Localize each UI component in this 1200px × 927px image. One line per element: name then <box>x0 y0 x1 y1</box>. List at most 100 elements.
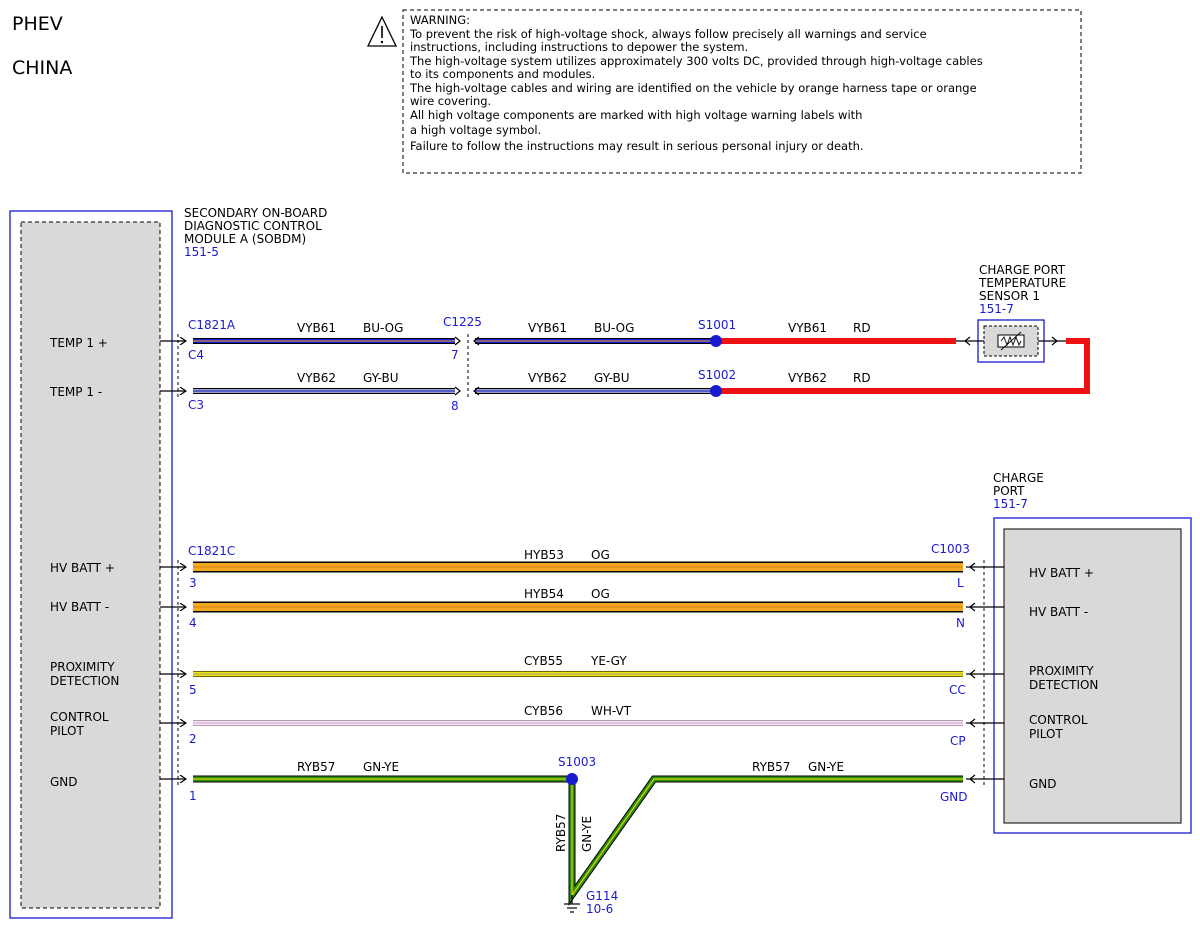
warning-line: to its components and modules. <box>410 67 595 81</box>
module-pin-stubs <box>160 341 186 779</box>
pin-label-hv-batt-plus: HV BATT + <box>50 561 115 575</box>
pin-5: 5 <box>189 683 197 697</box>
color-label: OG <box>591 548 610 562</box>
splice-s1002 <box>710 385 722 397</box>
circuit-label: HYB53 <box>524 548 564 562</box>
warning-line: Failure to follow the instructions may r… <box>410 139 864 153</box>
pin-label-gnd: GND <box>50 775 78 789</box>
connector-c1225: C1225 <box>443 315 482 329</box>
port-pin-control-pilot: CONTROL <box>1029 713 1088 727</box>
warning-line: All high voltage components are marked w… <box>410 108 862 122</box>
port-pin-hv-batt-plus: HV BATT + <box>1029 566 1094 580</box>
color-label: YE-GY <box>590 654 627 668</box>
port-name-line: CHARGE <box>993 471 1044 485</box>
pin-l: L <box>957 576 964 590</box>
port-name-line: PORT <box>993 484 1025 498</box>
ground-name: G114 <box>586 889 618 903</box>
color-label: GY-BU <box>363 371 399 385</box>
color-label: GN-YE <box>580 816 594 852</box>
pin-label-control-pilot: PILOT <box>50 724 84 738</box>
pin-cp: CP <box>950 734 966 748</box>
color-label: GY-BU <box>594 371 630 385</box>
port-pin-proximity: PROXIMITY <box>1029 664 1094 678</box>
color-label: GN-YE <box>808 760 844 774</box>
sensor-name-line: TEMPERATURE <box>978 276 1066 290</box>
pin-c3: C3 <box>188 398 204 412</box>
splice-s1001-label: S1001 <box>698 318 736 332</box>
circuit-label: RYB57 <box>554 814 568 852</box>
port-pin-control-pilot: PILOT <box>1029 727 1063 741</box>
color-label: WH-VT <box>591 704 632 718</box>
port-pin-stubs <box>966 562 1004 784</box>
splice-s1002-label: S1002 <box>698 368 736 382</box>
pin-label-proximity: DETECTION <box>50 674 119 688</box>
warning-line: WARNING: <box>410 13 470 27</box>
pin-4: 4 <box>189 616 197 630</box>
pin-2: 2 <box>189 732 197 746</box>
circuit-label: VYB62 <box>528 371 567 385</box>
port-pin-hv-batt-minus: HV BATT - <box>1029 605 1088 619</box>
sensor-ref: 151-7 <box>979 302 1014 316</box>
pin-label-temp-minus: TEMP 1 - <box>49 385 102 399</box>
pin-label-temp-plus: TEMP 1 + <box>49 336 108 350</box>
module-name-line: MODULE A (SOBDM) <box>184 232 306 246</box>
pin-8: 8 <box>451 399 459 413</box>
splice-s1003-label: S1003 <box>558 755 596 769</box>
c1225-pin-arrows <box>454 336 480 396</box>
pin-cc: CC <box>949 683 966 697</box>
circuit-label: CYB55 <box>524 654 563 668</box>
circuit-label: VYB61 <box>297 321 336 335</box>
temp-sensor: CHARGE PORT TEMPERATURE SENSOR 1 151-7 <box>956 263 1066 363</box>
warning-line: wire covering. <box>410 94 491 108</box>
thermistor-icon <box>997 331 1025 351</box>
color-label: RD <box>853 321 871 335</box>
color-label: GN-YE <box>363 760 399 774</box>
pin-label-hv-batt-minus: HV BATT - <box>50 600 109 614</box>
warning-box: WARNING: To prevent the risk of high-vol… <box>366 9 1082 174</box>
pin-7: 7 <box>451 348 459 362</box>
wire-temp-plus <box>193 338 1090 394</box>
circuit-label: HYB54 <box>524 587 564 601</box>
port-ref: 151-7 <box>993 497 1028 511</box>
warning-line: instructions, including instructions to … <box>410 40 748 54</box>
port-pin-proximity: DETECTION <box>1029 678 1098 692</box>
module-name-line: DIAGNOSTIC CONTROL <box>184 219 322 233</box>
connector-c1821c: C1821C <box>188 544 235 558</box>
pin-c4: C4 <box>188 348 204 362</box>
connector-c1821a: C1821A <box>188 318 236 332</box>
color-label: OG <box>591 587 610 601</box>
circuit-label: VYB62 <box>297 371 336 385</box>
header-china: CHINA <box>12 57 72 79</box>
color-label: BU-OG <box>363 321 403 335</box>
circuit-label: RYB57 <box>752 760 790 774</box>
sensor-name-line: CHARGE PORT <box>979 263 1066 277</box>
circuit-label: VYB62 <box>788 371 827 385</box>
ground-icon <box>564 895 580 913</box>
pin-label-control-pilot: CONTROL <box>50 710 109 724</box>
warning-line: To prevent the risk of high-voltage shoc… <box>409 27 927 41</box>
pin-n: N <box>956 616 965 630</box>
circuit-label: VYB61 <box>788 321 827 335</box>
circuit-label: RYB57 <box>297 760 335 774</box>
warning-triangle-icon <box>366 15 398 47</box>
ground-ref: 10-6 <box>586 902 613 916</box>
pin-3: 3 <box>189 576 197 590</box>
splice-s1003 <box>566 773 578 785</box>
charge-port: CHARGE PORT 151-7 HV BATT + HV BATT - PR… <box>993 471 1192 834</box>
pin-gnd: GND <box>940 790 968 804</box>
module-name-line: SECONDARY ON-BOARD <box>184 206 327 220</box>
splice-s1001 <box>710 335 722 347</box>
color-label: RD <box>853 371 871 385</box>
circuit-label: CYB56 <box>524 704 563 718</box>
warning-line: a high voltage symbol. <box>410 123 541 137</box>
header-phev: PHEV <box>12 13 63 35</box>
sensor-name-line: SENSOR 1 <box>979 289 1040 303</box>
pin-label-proximity: PROXIMITY <box>50 660 115 674</box>
warning-line: The high-voltage system utilizes approxi… <box>409 54 983 68</box>
color-label: BU-OG <box>594 321 634 335</box>
wire-gnd <box>193 775 963 907</box>
wiring-diagram: PHEV CHINA WARNING: To prevent the risk … <box>9 9 1192 919</box>
port-pin-gnd: GND <box>1029 777 1057 791</box>
pin-1: 1 <box>189 789 197 803</box>
warning-line: The high-voltage cables and wiring are i… <box>409 81 977 95</box>
